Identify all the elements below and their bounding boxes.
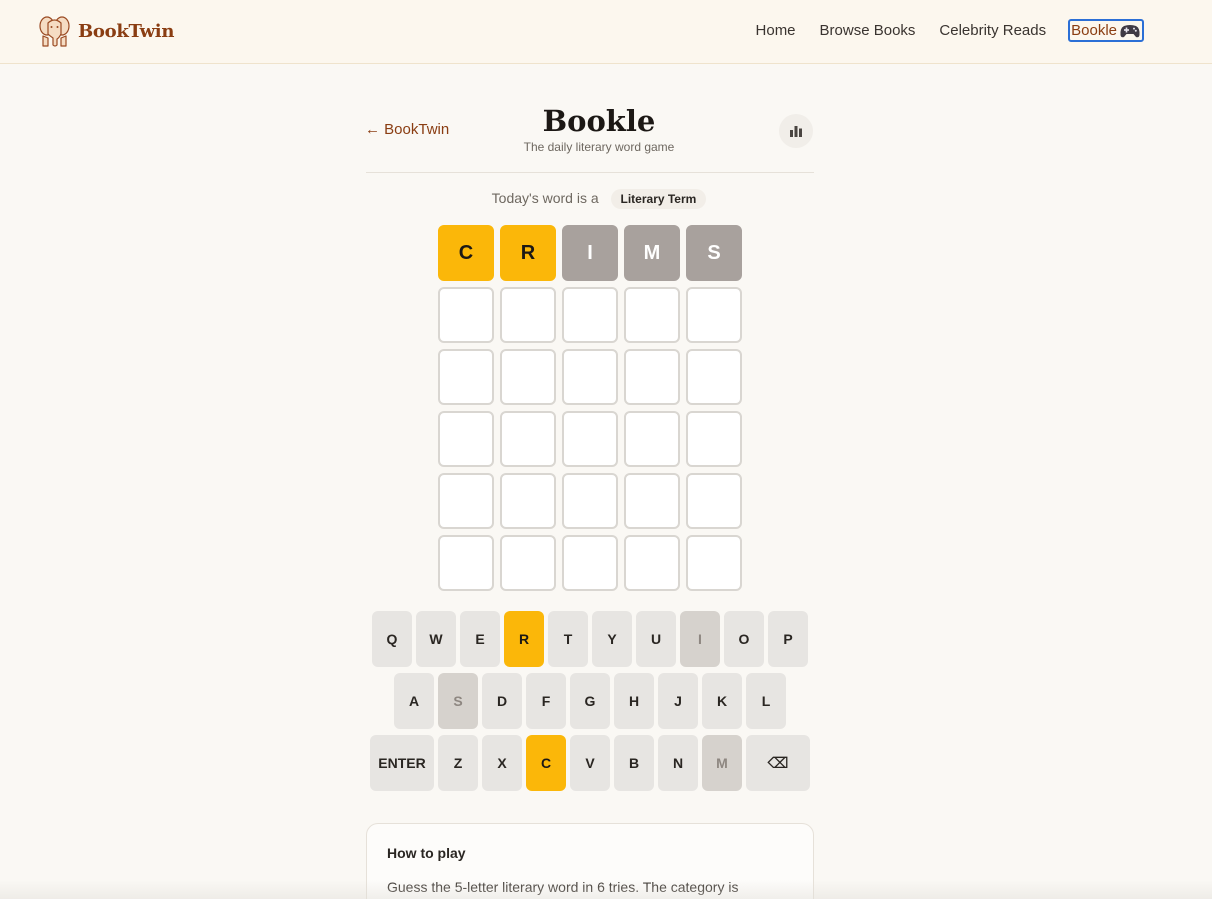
key-d[interactable]: D	[482, 673, 522, 729]
board-row	[438, 473, 742, 529]
board-row	[438, 287, 742, 343]
letter-tile	[500, 535, 556, 591]
bar-chart-icon	[790, 126, 802, 137]
key-k[interactable]: K	[702, 673, 742, 729]
letter-tile	[686, 535, 742, 591]
category-line: Today's word is a Literary Term	[366, 189, 832, 209]
key-r[interactable]: R	[504, 611, 544, 667]
key-w[interactable]: W	[416, 611, 456, 667]
letter-tile	[624, 349, 680, 405]
key-m[interactable]: M	[702, 735, 742, 791]
category-badge: Literary Term	[610, 189, 707, 209]
letter-tile	[562, 287, 618, 343]
letter-tile	[500, 349, 556, 405]
key-f[interactable]: F	[526, 673, 566, 729]
key-a[interactable]: A	[394, 673, 434, 729]
keyboard-row-1: QWERTYUIOP	[372, 611, 808, 667]
how-to-play-text: Guess the 5-letter literary word in 6 tr…	[387, 879, 739, 895]
key-x[interactable]: X	[482, 735, 522, 791]
brand-name: BookTwin	[78, 20, 175, 42]
key-c[interactable]: C	[526, 735, 566, 791]
letter-tile	[438, 535, 494, 591]
page-subtitle: The daily literary word game	[523, 140, 675, 154]
key-p[interactable]: P	[768, 611, 808, 667]
key-h[interactable]: H	[614, 673, 654, 729]
nav-celebrity-reads[interactable]: Celebrity Reads	[939, 22, 1046, 39]
key-s[interactable]: S	[438, 673, 478, 729]
letter-tile	[624, 287, 680, 343]
guess-board: CRIMS	[438, 225, 742, 597]
backspace-key[interactable]: ⌫	[746, 735, 810, 791]
board-row: CRIMS	[438, 225, 742, 281]
nav-browse-books[interactable]: Browse Books	[820, 22, 916, 39]
letter-tile	[562, 349, 618, 405]
key-o[interactable]: O	[724, 611, 764, 667]
letter-tile: I	[562, 225, 618, 281]
enter-key[interactable]: ENTER	[370, 735, 434, 791]
key-q[interactable]: Q	[372, 611, 412, 667]
stats-button[interactable]	[779, 114, 813, 148]
letter-tile	[500, 473, 556, 529]
brand-logo-link[interactable]: BookTwin	[38, 14, 174, 48]
page-title: Bookle	[542, 104, 656, 138]
nav-home[interactable]: Home	[756, 22, 796, 39]
nav-bookle-label: Bookle	[1071, 22, 1117, 39]
letter-tile	[624, 535, 680, 591]
key-j[interactable]: J	[658, 673, 698, 729]
key-n[interactable]: N	[658, 735, 698, 791]
key-t[interactable]: T	[548, 611, 588, 667]
letter-tile	[438, 411, 494, 467]
letter-tile	[500, 411, 556, 467]
letter-tile	[500, 287, 556, 343]
key-b[interactable]: B	[614, 735, 654, 791]
letter-tile	[438, 473, 494, 529]
letter-tile	[562, 411, 618, 467]
main-nav: Home Browse Books Celebrity Reads Bookle	[732, 19, 1144, 42]
backspace-icon: ⌫	[767, 755, 789, 772]
key-e[interactable]: E	[460, 611, 500, 667]
letter-tile	[562, 473, 618, 529]
key-l[interactable]: L	[746, 673, 786, 729]
keyboard-row-3: ENTER Z X C V B N M ⌫	[370, 735, 810, 791]
key-v[interactable]: V	[570, 735, 610, 791]
letter-tile: C	[438, 225, 494, 281]
top-navigation-bar: BookTwin Home Browse Books Celebrity Rea…	[0, 0, 1212, 64]
letter-tile	[686, 287, 742, 343]
letter-tile	[624, 473, 680, 529]
gamepad-icon	[1120, 24, 1140, 37]
letter-tile: S	[686, 225, 742, 281]
nav-bookle[interactable]: Bookle	[1068, 19, 1144, 42]
board-row	[438, 349, 742, 405]
letter-tile	[438, 287, 494, 343]
letter-tile	[686, 349, 742, 405]
board-row	[438, 535, 742, 591]
letter-tile	[562, 535, 618, 591]
letter-tile	[686, 473, 742, 529]
letter-tile	[686, 411, 742, 467]
keyboard-row-2: ASDFGHJKL	[394, 673, 786, 729]
elephant-logo-icon	[39, 16, 70, 47]
letter-tile: R	[500, 225, 556, 281]
key-g[interactable]: G	[570, 673, 610, 729]
how-to-play-card: How to play Guess the 5-letter literary …	[366, 823, 814, 899]
key-u[interactable]: U	[636, 611, 676, 667]
letter-tile	[438, 349, 494, 405]
key-z[interactable]: Z	[438, 735, 478, 791]
how-to-play-title: How to play	[387, 845, 466, 861]
key-i[interactable]: I	[680, 611, 720, 667]
letter-tile: M	[624, 225, 680, 281]
category-prefix: Today's word is a	[491, 190, 599, 206]
header-divider	[366, 172, 814, 173]
key-y[interactable]: Y	[592, 611, 632, 667]
board-row	[438, 411, 742, 467]
letter-tile	[624, 411, 680, 467]
